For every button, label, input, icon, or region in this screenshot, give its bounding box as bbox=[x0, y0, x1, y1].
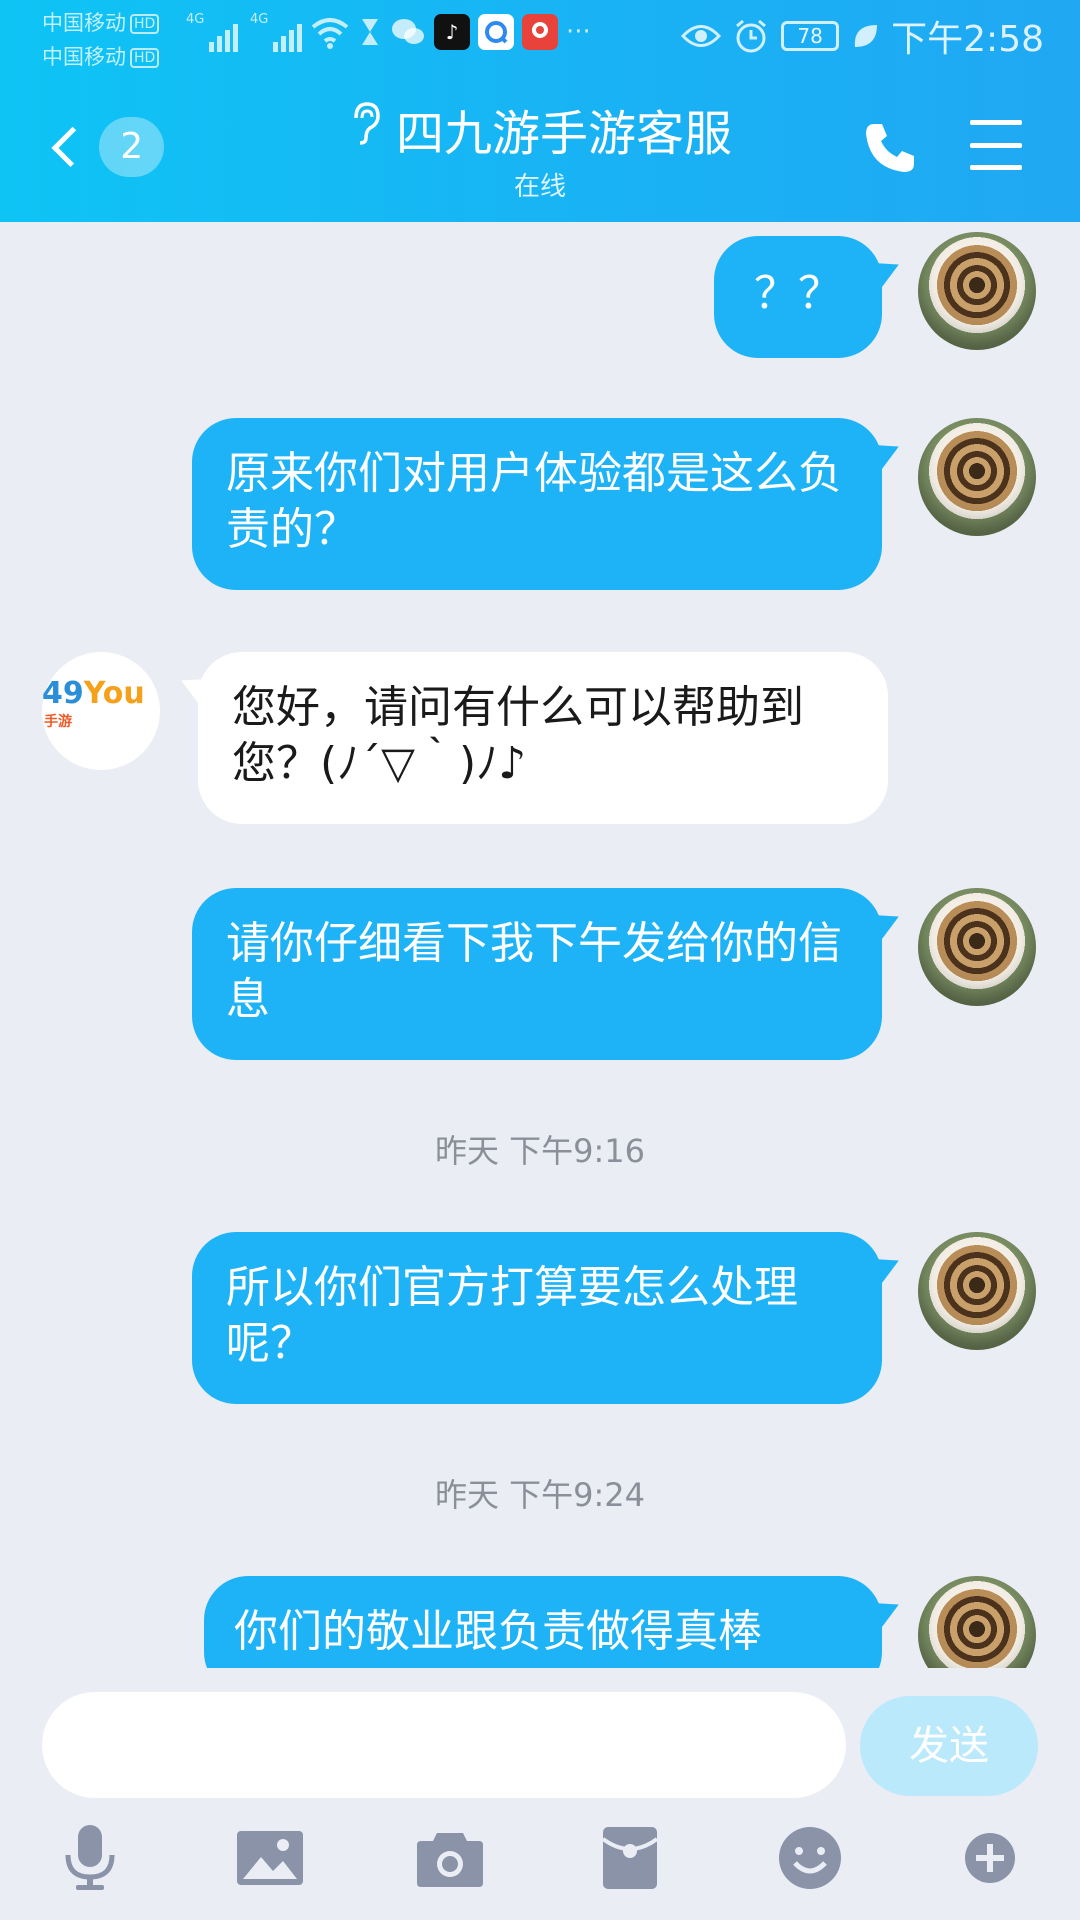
chevron-left-icon bbox=[51, 126, 93, 168]
message-list[interactable]: ？？ 原来你们对用户体验都是这么负责的？ 49You手游 您好，请问有什么可以帮… bbox=[0, 222, 1080, 1668]
hd-badge: HD bbox=[130, 48, 160, 68]
app-icon bbox=[522, 14, 558, 50]
my-avatar[interactable] bbox=[918, 888, 1036, 1006]
more-button[interactable] bbox=[950, 1818, 1030, 1898]
carrier-2: 中国移动 bbox=[42, 45, 126, 69]
microphone-icon bbox=[65, 1825, 115, 1890]
back-button[interactable]: 2 bbox=[44, 112, 164, 182]
unread-count-badge: 2 bbox=[99, 117, 164, 177]
contact-name: 四九游手游客服 bbox=[395, 106, 732, 162]
voice-button[interactable] bbox=[50, 1818, 130, 1898]
phone-call-button[interactable] bbox=[860, 118, 920, 178]
signal-icon: 4G bbox=[250, 12, 303, 52]
brand-logo: 49You手游 bbox=[42, 676, 145, 730]
message-bubble-outgoing[interactable]: ？？ bbox=[714, 236, 882, 358]
message-bubble-outgoing[interactable]: 你们的敬业跟负责做得真棒 bbox=[204, 1576, 882, 1668]
my-avatar[interactable] bbox=[918, 1576, 1036, 1668]
emoji-button[interactable] bbox=[770, 1818, 850, 1898]
tiktok-icon: ♪ bbox=[434, 14, 470, 50]
eye-icon bbox=[681, 25, 722, 47]
my-avatar[interactable] bbox=[918, 232, 1036, 350]
online-status: 在线 bbox=[513, 172, 566, 202]
clock: 下午2:58 bbox=[891, 19, 1044, 60]
camera-icon bbox=[417, 1833, 483, 1887]
send-button[interactable]: 发送 bbox=[860, 1696, 1038, 1796]
page-title: 四九游手游客服 bbox=[290, 100, 790, 164]
image-icon bbox=[237, 1831, 303, 1885]
alarm-icon bbox=[736, 19, 767, 53]
chat-title-area: 四九游手游客服 在线 bbox=[290, 100, 790, 203]
service-avatar[interactable]: 49You手游 bbox=[42, 652, 160, 770]
wifi-icon bbox=[311, 18, 349, 49]
leaf-icon bbox=[855, 25, 878, 47]
camera-button[interactable] bbox=[410, 1818, 490, 1898]
menu-icon bbox=[970, 120, 1022, 125]
input-bar: 发送 bbox=[0, 1668, 1080, 1920]
hourglass-icon bbox=[362, 19, 378, 45]
chat-header: 中国移动 HD 中国移动 HD 4G 4G ♪ ··· 78 下午2:58 2 … bbox=[0, 0, 1080, 222]
image-button[interactable] bbox=[230, 1818, 310, 1898]
message-bubble-outgoing[interactable]: 原来你们对用户体验都是这么负责的？ bbox=[192, 418, 882, 590]
status-right: 78 下午2:58 bbox=[681, 10, 1044, 62]
more-notifications: ··· bbox=[566, 17, 591, 47]
carrier-info: 中国移动 HD 中国移动 HD bbox=[42, 6, 160, 74]
notification-icons: ♪ ··· bbox=[310, 14, 591, 50]
ear-icon bbox=[348, 100, 382, 163]
input-toolbar bbox=[0, 1818, 1080, 1918]
hd-badge: HD bbox=[130, 14, 160, 34]
timestamp: 昨天 下午9:16 bbox=[434, 1132, 646, 1170]
red-packet-button[interactable] bbox=[590, 1818, 670, 1898]
status-bar: 中国移动 HD 中国移动 HD 4G 4G ♪ ··· 78 下午2:58 bbox=[0, 0, 1080, 78]
timestamp: 昨天 下午9:24 bbox=[434, 1476, 646, 1514]
plus-icon bbox=[965, 1833, 1015, 1883]
message-input[interactable] bbox=[42, 1692, 846, 1798]
my-avatar[interactable] bbox=[918, 1232, 1036, 1350]
message-bubble-outgoing[interactable]: 请你仔细看下我下午发给你的信息 bbox=[192, 888, 882, 1060]
signal-icon: 4G bbox=[186, 12, 239, 52]
my-avatar[interactable] bbox=[918, 418, 1036, 536]
phone-icon bbox=[866, 124, 914, 172]
battery-indicator: 78 bbox=[781, 21, 840, 51]
message-bubble-outgoing[interactable]: 所以你们官方打算要怎么处理呢？ bbox=[192, 1232, 882, 1404]
menu-button[interactable] bbox=[970, 120, 1022, 170]
message-bubble-incoming[interactable]: 您好，请问有什么可以帮助到您？(ﾉ´▽｀)ﾉ♪ bbox=[198, 652, 888, 824]
emoji-icon bbox=[779, 1827, 841, 1889]
browser-icon bbox=[478, 14, 514, 50]
red-packet-icon bbox=[601, 1827, 659, 1889]
wechat-icon bbox=[392, 19, 424, 44]
carrier-1: 中国移动 bbox=[42, 11, 126, 35]
